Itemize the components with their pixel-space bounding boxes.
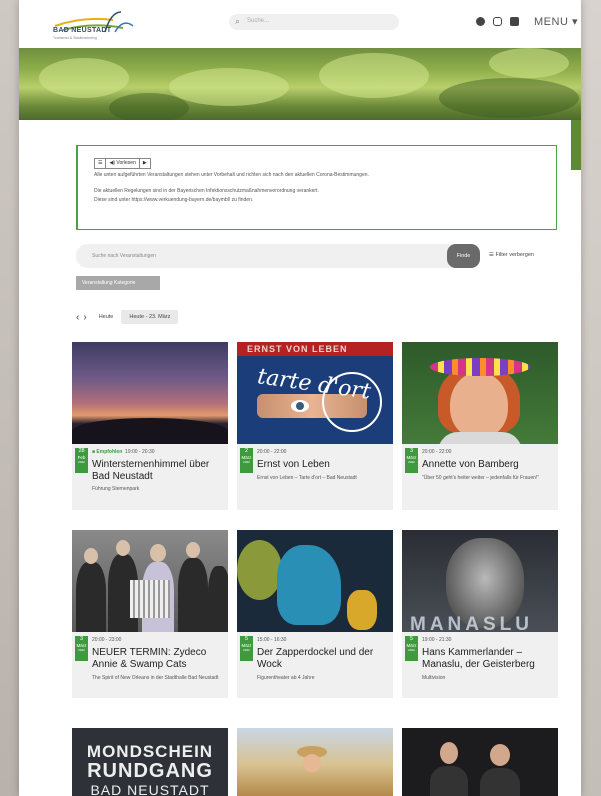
- event-image[interactable]: [402, 342, 558, 444]
- logo-text: BAD NEUSTADT: [53, 27, 112, 34]
- date-badge: 3 März 2022: [405, 448, 418, 473]
- backdrop-left: [0, 0, 19, 796]
- search-placeholder: Suche...: [247, 18, 270, 24]
- event-search-input[interactable]: Suche nach Veranstaltungen: [76, 244, 466, 268]
- hero-side-strip: [571, 120, 581, 170]
- site-header: BAD NEUSTADT Tourismus & Stadtmarketing …: [19, 0, 581, 48]
- date-badge: 28 Feb 2022: [75, 448, 88, 473]
- logo-subtitle: Tourismus & Stadtmarketing: [53, 36, 97, 40]
- social-links: [476, 17, 519, 26]
- site-search-input[interactable]: ⌕ Suche...: [229, 14, 399, 30]
- category-button[interactable]: Veranstaltung Kategorie: [76, 276, 160, 290]
- date-badge: 3 März 2022: [75, 636, 88, 661]
- read-aloud-button[interactable]: ◀) Vorlesen: [106, 159, 140, 168]
- find-button[interactable]: Finde: [447, 244, 480, 268]
- event-card[interactable]: MANASLU 5 März 2022 19:00 - 21:30 Hans Kam…: [402, 530, 558, 698]
- corona-notice: ☰ ◀) Vorlesen ▶ Alle unten aufgeführten …: [76, 145, 557, 230]
- event-title[interactable]: Hans Kammerlander – Manaslu, der Geister…: [422, 647, 554, 671]
- today-button[interactable]: Heute: [99, 314, 114, 320]
- event-search-placeholder: Suche nach Veranstaltungen: [92, 253, 156, 259]
- facebook-icon[interactable]: [476, 17, 485, 26]
- event-title[interactable]: NEUER TERMIN: Zydeco Annie & Swamp Cats: [92, 647, 224, 671]
- event-image[interactable]: MONDSCHEIN RUNDGANG BAD NEUSTADT: [72, 728, 228, 796]
- filter-toggle-label: Filter verbergen: [495, 252, 534, 258]
- event-image[interactable]: [72, 342, 228, 444]
- notice-line-2: Die aktuellen Regelungen sind in der Bay…: [94, 188, 319, 194]
- notice-line-3: Diese sind unter https://www.verkuendung…: [94, 197, 254, 203]
- instagram-icon[interactable]: [493, 17, 502, 26]
- backdrop-right: [581, 0, 601, 796]
- event-time: 15:00 - 16:30: [257, 637, 287, 643]
- event-card[interactable]: 28 Feb 2022 ■ Empfohlen 19:00 - 20:30 Wint…: [72, 342, 228, 510]
- event-time: 19:00 - 21:30: [422, 637, 452, 643]
- menu-icon[interactable]: ☰: [95, 159, 107, 168]
- page: BAD NEUSTADT Tourismus & Stadtmarketing …: [19, 0, 581, 796]
- date-navigation: ‹› Heute Heute - 23. März: [76, 310, 179, 324]
- play-icon[interactable]: ▶: [140, 159, 150, 168]
- date-badge: 5 März 2022: [405, 636, 418, 661]
- youtube-icon[interactable]: [510, 17, 519, 26]
- event-subtitle: Führung Sternenpark: [92, 486, 140, 492]
- event-image[interactable]: [72, 530, 228, 632]
- search-icon: ⌕: [235, 16, 241, 26]
- event-time: 20:00 - 23:00: [92, 637, 122, 643]
- notice-line-1: Alle unten aufgeführten Veranstaltungen …: [94, 172, 369, 178]
- event-subtitle: Figurentheater ab 4 Jahre: [257, 675, 315, 681]
- event-subtitle: "Über 50 geht's heiter weiter – jedenfal…: [422, 475, 540, 481]
- current-date-picker[interactable]: Heute - 23. März: [121, 310, 179, 324]
- date-badge: 2 März 2022: [240, 448, 253, 473]
- event-time: ■ Empfohlen 19:00 - 20:30: [92, 449, 155, 455]
- event-image[interactable]: ERNST VON LEBEN tarte d'ort: [237, 342, 393, 444]
- event-title[interactable]: Wintersternenhimmel über Bad Neustadt: [92, 459, 224, 483]
- event-subtitle: Ernst von Leben – Tarte d'ort – Bad Neus…: [257, 475, 357, 481]
- event-time: 20:00 - 22:00: [422, 449, 452, 455]
- date-badge: 5 März 2022: [240, 636, 253, 661]
- event-card[interactable]: 3 März 2022 20:00 - 23:00 NEUER TERMIN: Zy…: [72, 530, 228, 698]
- hero-image: [19, 48, 581, 120]
- event-title[interactable]: Der Zapperdockel und der Wock: [257, 647, 389, 671]
- menu-button[interactable]: MENU ▾: [534, 15, 578, 28]
- event-time: 20:00 - 22:00: [257, 449, 287, 455]
- event-image[interactable]: [237, 728, 393, 796]
- event-image[interactable]: MANASLU: [402, 530, 558, 632]
- read-aloud-bar: ☰ ◀) Vorlesen ▶: [94, 158, 151, 169]
- chevron-right-icon[interactable]: ›: [83, 312, 90, 323]
- event-subtitle: Multivision: [422, 675, 446, 681]
- date-arrows: ‹›: [76, 312, 91, 323]
- event-card[interactable]: 5 März 2022 15:00 - 16:30 Der Zapperdockel…: [237, 530, 393, 698]
- event-title[interactable]: Annette von Bamberg: [422, 459, 554, 471]
- event-image[interactable]: [402, 728, 558, 796]
- filter-toggle[interactable]: ☰ Filter verbergen: [489, 252, 534, 258]
- event-subtitle: The Spirit of New Orleans in der Stadtha…: [92, 675, 219, 681]
- event-title[interactable]: Ernst von Leben: [257, 459, 389, 471]
- event-card[interactable]: 3 März 2022 20:00 - 22:00 Annette von Bamb…: [402, 342, 558, 510]
- event-image[interactable]: [237, 530, 393, 632]
- filter-icon: ☰: [489, 252, 494, 258]
- event-card[interactable]: ERNST VON LEBEN tarte d'ort 2 März 2022 20…: [237, 342, 393, 510]
